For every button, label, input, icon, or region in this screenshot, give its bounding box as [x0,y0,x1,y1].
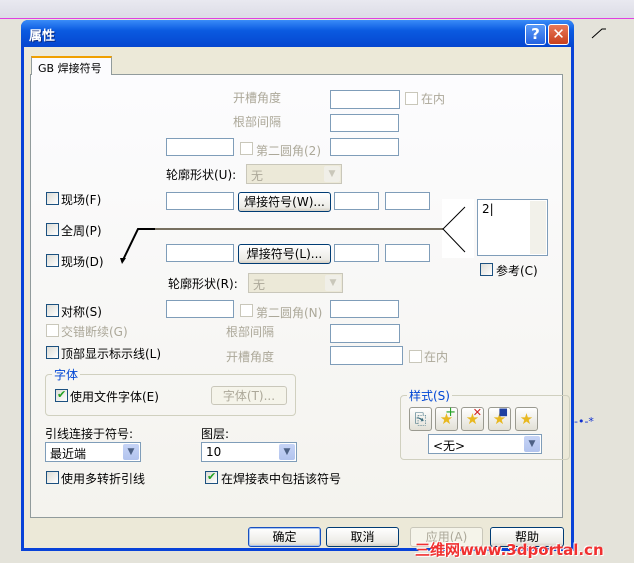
font-legend: 字体 [52,366,81,383]
symmetric-checkbox[interactable] [46,304,59,317]
style-value: <无> [433,439,466,453]
tail-text-input[interactable]: 2| [477,199,548,256]
upper-groove-angle-input[interactable] [330,90,400,109]
background-toolbar [0,0,634,19]
update-style-icon[interactable]: ⎘ [409,407,432,431]
layer-label: 图层: [201,427,230,441]
lower-inside-checkbox[interactable] [409,350,422,363]
upper-contour-label: 轮廓形状(U): [166,168,237,182]
load-style-icon[interactable]: ★ [515,407,538,431]
top-line-label: 顶部显示标示线(L) [61,347,162,361]
layer-select[interactable]: 10 ▼ [201,442,297,462]
ok-button[interactable]: 确定 [248,527,321,547]
lower-groove-angle-input[interactable] [330,346,403,365]
lower-pitch-input[interactable] [385,244,430,262]
style-select[interactable]: <无> ▼ [428,434,542,454]
lower-contour-value: 无 [253,278,266,292]
lower-size-input[interactable] [166,300,234,318]
chevron-down-icon: ▼ [325,275,341,291]
save-style-icon[interactable]: ★ ■ [488,407,511,431]
leader-attach-select[interactable]: 最近端 ▼ [45,442,141,462]
upper-size-input[interactable] [166,138,234,156]
upper-inside-checkbox[interactable] [405,92,418,105]
lower-contour-label: 轮廓形状(R): [168,277,238,291]
all-around-checkbox[interactable] [46,223,59,236]
title-bar[interactable]: 属性 [21,20,574,47]
lower-prefix-input[interactable] [166,244,234,262]
include-table-checkbox[interactable] [205,470,218,484]
tail-scrollbar[interactable] [530,201,546,254]
include-table-label: 在焊接表中包括该符号 [221,472,342,486]
leader-attach-label: 引线连接于符号: [45,427,134,441]
lower-weld-symbol-button[interactable]: 焊接符号(L)... [238,244,331,264]
top-line-checkbox[interactable] [46,346,59,359]
reference-checkbox[interactable] [480,263,493,276]
staggered-checkbox[interactable] [46,324,59,337]
lower-groove-angle-label: 开槽角度 [226,350,275,364]
all-around-label: 全周(P) [61,224,102,238]
upper-contour-select[interactable]: 无 ▼ [246,164,342,184]
upper-field-label: 现场(F) [61,193,102,207]
sketch-point-icon: -•-* [574,415,594,428]
use-doc-font-checkbox[interactable] [55,388,68,402]
multi-jog-checkbox[interactable] [46,471,59,484]
delete-style-icon[interactable]: ★ ✕ [461,406,484,431]
reference-label: 参考(C) [496,264,538,278]
chevron-down-icon: ▼ [324,166,340,182]
tab-gb-weld-symbol[interactable]: GB 焊接符号 [31,56,112,75]
dialog-title: 属性 [29,29,56,44]
sketch-fragment [591,28,606,39]
lower-inside-label: 在内 [424,350,449,364]
upper-second-fillet-checkbox[interactable] [240,142,253,155]
cancel-button[interactable]: 取消 [326,527,399,547]
upper-second-fillet-label: 第二圆角(2) [256,144,321,158]
lower-second-fillet-label: 第二圆角(N) [256,306,323,320]
use-doc-font-label: 使用文件字体(E) [70,390,159,404]
lower-root-gap-label: 根部间隔 [226,325,275,339]
lower-contour-select[interactable]: 无 ▼ [248,273,343,293]
upper-second-fillet-input[interactable] [330,138,399,156]
lower-field-checkbox[interactable] [46,254,59,267]
layer-value: 10 [206,445,222,459]
font-button[interactable]: 字体(T)... [211,386,287,405]
lower-second-fillet-input[interactable] [330,300,399,318]
lower-field-label: 现场(D) [61,255,104,269]
watermark: 三维网www.3dportal.cn [415,541,604,559]
groove-angle-label: 开槽角度 [233,91,282,105]
leader-attach-value: 最近端 [50,447,87,461]
upper-field-checkbox[interactable] [46,192,59,205]
staggered-label: 交错断续(G) [61,325,128,339]
help-title-button[interactable]: ? [525,24,546,45]
tail-text-value: 2 [482,202,490,216]
chevron-down-icon: ▼ [123,444,139,460]
lower-length-input[interactable] [334,244,379,262]
add-style-icon[interactable]: ★ + [435,405,458,431]
chevron-down-icon: ▼ [524,436,540,452]
lower-root-gap-input[interactable] [330,324,400,343]
chevron-down-icon: ▼ [279,444,295,460]
upper-inside-label: 在内 [421,92,446,106]
lower-second-fillet-checkbox[interactable] [240,304,253,317]
multi-jog-label: 使用多转折引线 [61,472,146,486]
close-button[interactable]: ✕ [548,24,569,45]
root-gap-label: 根部间隔 [233,115,282,129]
symmetric-label: 对称(S) [61,305,102,319]
upper-contour-value: 无 [251,169,264,183]
upper-root-gap-input[interactable] [330,114,399,132]
